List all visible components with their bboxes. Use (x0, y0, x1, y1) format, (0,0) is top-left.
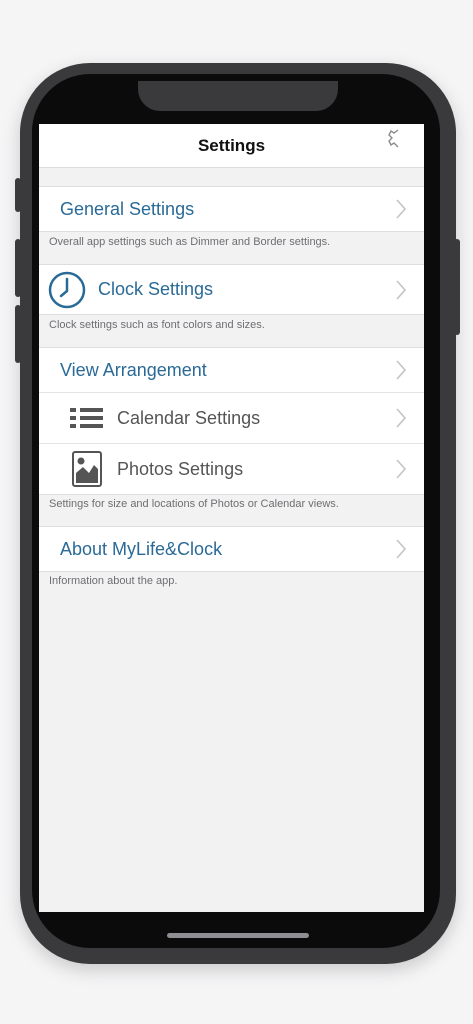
view-arrangement-group: View Arrangement Calendar Settings Photo… (39, 347, 424, 495)
chevron-right-icon (396, 539, 406, 559)
about-row[interactable]: About MyLife&Clock (39, 527, 424, 571)
home-indicator[interactable] (167, 933, 309, 938)
settings-screen: Settings General Settings Overall app se… (39, 124, 424, 912)
photo-icon (72, 451, 102, 487)
general-settings-row[interactable]: General Settings (39, 187, 424, 231)
calendar-settings-row[interactable]: Calendar Settings (39, 393, 424, 444)
notch (138, 81, 338, 111)
clock-settings-footer: Clock settings such as font colors and s… (49, 319, 265, 331)
photos-settings-label: Photos Settings (117, 459, 244, 479)
general-settings-label: General Settings (60, 199, 195, 219)
clock-settings-row[interactable]: Clock Settings (39, 265, 424, 314)
chevron-right-icon (396, 408, 406, 428)
about-label: About MyLife&Clock (60, 539, 223, 559)
chevron-right-icon (396, 360, 406, 380)
volume-up-button (15, 239, 21, 297)
about-footer: Information about the app. (49, 575, 178, 587)
photos-settings-row[interactable]: Photos Settings (39, 444, 424, 494)
list-icon (70, 408, 103, 428)
view-arrangement-row[interactable]: View Arrangement (39, 348, 424, 393)
chevron-right-icon (396, 280, 406, 300)
chevron-right-icon (396, 199, 406, 219)
clock-settings-label: Clock Settings (98, 279, 214, 299)
clock-settings-group: Clock Settings (39, 264, 424, 315)
settings-gear-icon[interactable] (388, 127, 400, 153)
volume-down-button (15, 305, 21, 363)
view-arrangement-label: View Arrangement (60, 360, 207, 380)
about-group: About MyLife&Clock (39, 526, 424, 572)
page-title: Settings (197, 136, 266, 155)
clock-icon (48, 271, 86, 309)
nav-bar: Settings (39, 124, 424, 168)
general-settings-group: General Settings (39, 186, 424, 232)
view-arrangement-footer: Settings for size and locations of Photo… (49, 498, 339, 510)
general-settings-footer: Overall app settings such as Dimmer and … (49, 236, 331, 248)
chevron-right-icon (396, 459, 406, 479)
calendar-settings-label: Calendar Settings (117, 408, 261, 428)
mute-switch (15, 178, 21, 212)
power-button (454, 239, 460, 335)
